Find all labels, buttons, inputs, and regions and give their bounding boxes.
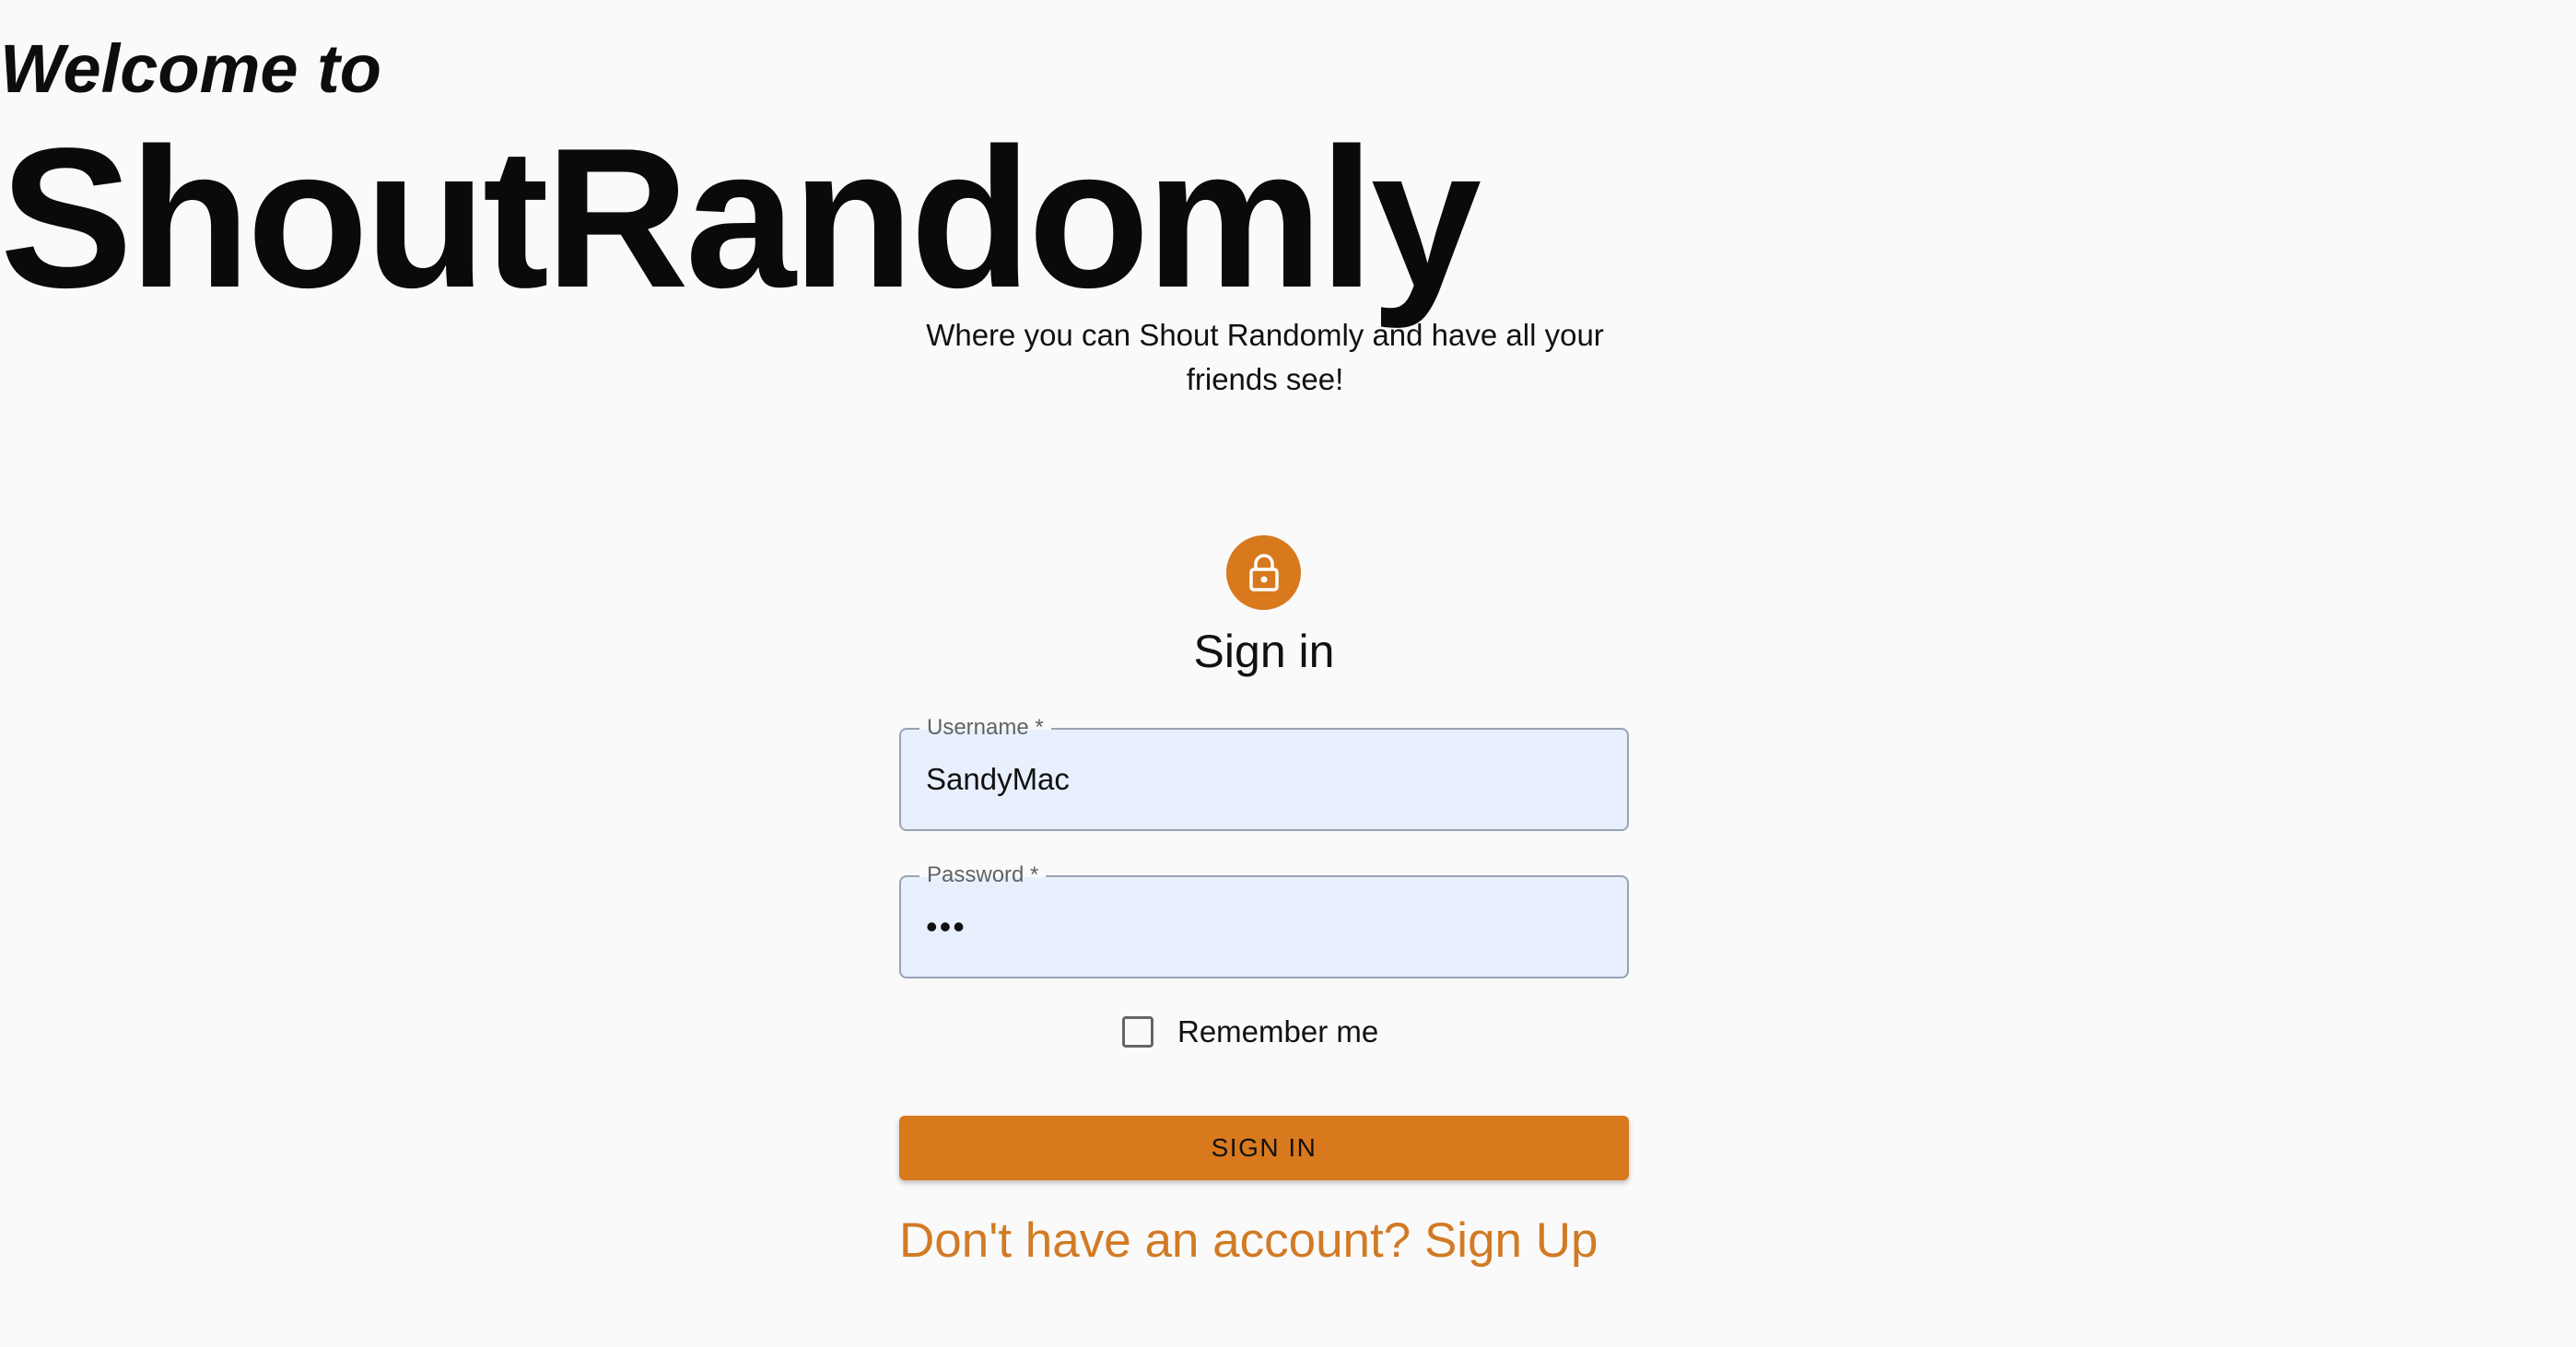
lock-icon — [1226, 535, 1301, 610]
remember-me-control[interactable]: Remember me — [1122, 1010, 1378, 1054]
sign-up-link[interactable]: Don't have an account? Sign Up — [899, 1209, 1598, 1273]
remember-me-checkbox[interactable] — [1122, 1016, 1153, 1048]
password-input[interactable]: ••• — [926, 877, 1608, 977]
sign-in-title: Sign in — [1193, 626, 1335, 677]
username-field[interactable]: Username * SandyMac — [899, 713, 1629, 831]
welcome-heading: Welcome to — [0, 30, 381, 107]
tagline: Where you can Shout Randomly and have al… — [926, 318, 1604, 396]
username-input[interactable]: SandyMac — [926, 730, 1608, 829]
password-field[interactable]: Password * ••• — [899, 861, 1629, 978]
sign-in-button[interactable]: SIGN IN — [899, 1116, 1629, 1180]
remember-me-label[interactable]: Remember me — [1177, 1014, 1378, 1049]
sign-in-page: Welcome to ShoutRandomly Where you can S… — [0, 0, 2576, 1347]
brand-title: ShoutRandomly — [0, 106, 1481, 329]
